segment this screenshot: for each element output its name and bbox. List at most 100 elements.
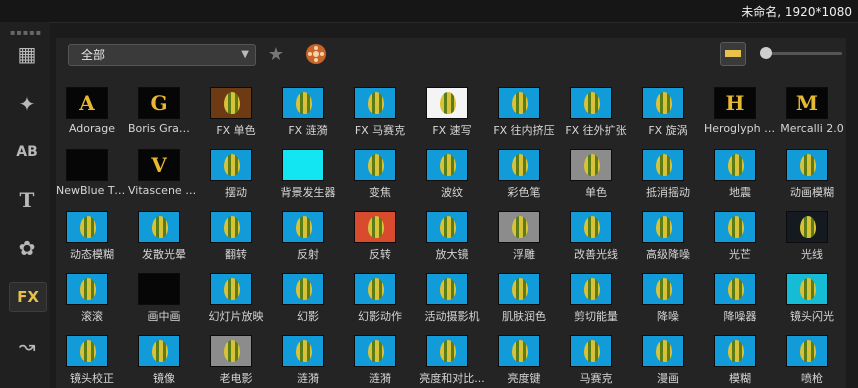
effect-item[interactable]: G Boris Graffiti ... — [128, 74, 200, 136]
effect-item[interactable]: 幻影动作 — [344, 260, 416, 323]
effect-item[interactable]: 老电影 — [200, 322, 272, 385]
effect-item[interactable]: 漫画 — [632, 322, 704, 385]
effect-label: 模糊 — [729, 372, 751, 385]
effect-item[interactable]: 涟漪 — [272, 322, 344, 385]
effect-item[interactable]: 背景发生器 — [272, 136, 344, 199]
graphics-icon[interactable]: ✿ — [9, 234, 45, 262]
effect-item[interactable]: FX 马赛克 — [344, 74, 416, 137]
effect-item[interactable]: FX 单色 — [200, 74, 272, 137]
effect-thumbnail — [282, 335, 324, 367]
effect-item[interactable]: 光线 — [776, 198, 846, 261]
category-dropdown[interactable]: 全部 ▼ — [68, 44, 256, 66]
effect-item[interactable]: 幻影 — [272, 260, 344, 323]
effect-label: 涟漪 — [297, 372, 319, 385]
effect-thumbnail — [66, 273, 108, 305]
balloon-preview-icon — [512, 92, 528, 114]
effect-item[interactable]: 画中画 — [128, 260, 200, 323]
fx-icon[interactable]: FX — [9, 282, 47, 312]
effect-item[interactable]: H Heroglyph Ti... — [704, 74, 776, 136]
project-info: 未命名, 1920*1080 — [741, 5, 852, 19]
effect-item[interactable]: FX 旋涡 — [632, 74, 704, 137]
balloon-preview-icon — [584, 278, 600, 300]
effect-item[interactable]: FX 涟漪 — [272, 74, 344, 137]
effect-item[interactable]: 放大镜 — [416, 198, 488, 261]
effect-thumbnail — [570, 87, 612, 119]
effect-item[interactable]: 光芒 — [704, 198, 776, 261]
balloon-preview-icon — [512, 216, 528, 238]
effect-item[interactable]: 变焦 — [344, 136, 416, 199]
effect-item[interactable]: 镜头闪光 — [776, 260, 846, 323]
effect-thumbnail — [354, 211, 396, 243]
path-icon[interactable]: ↝ — [9, 332, 45, 360]
effect-thumbnail — [210, 335, 252, 367]
plugin-logo: G — [150, 91, 168, 115]
balloon-preview-icon — [224, 278, 240, 300]
add-to-favorites-icon[interactable]: ★ — [264, 42, 288, 66]
effect-item[interactable]: 肌肤润色 — [488, 260, 560, 323]
effect-item[interactable]: 活动摄影机 — [416, 260, 488, 323]
effect-thumbnail — [426, 211, 468, 243]
effect-item[interactable]: 摆动 — [200, 136, 272, 199]
view-mode-button[interactable] — [720, 42, 746, 66]
effect-item[interactable]: 马赛克 — [560, 322, 632, 385]
thumbnail-size-slider[interactable] — [760, 47, 842, 59]
balloon-preview-icon — [296, 216, 312, 238]
balloon-preview-icon — [440, 92, 456, 114]
media-icon[interactable]: ▦ — [9, 40, 45, 68]
effect-item[interactable]: 抵消摇动 — [632, 136, 704, 199]
effect-item[interactable]: A Adorage — [56, 74, 128, 136]
effect-item[interactable]: 镜头校正 — [56, 322, 128, 385]
effect-item[interactable]: 降噪器 — [704, 260, 776, 323]
effect-thumbnail: A — [66, 87, 108, 119]
balloon-preview-icon — [152, 340, 168, 362]
balloon-preview-icon — [296, 92, 312, 114]
effect-item[interactable]: 翻转 — [200, 198, 272, 261]
effect-item[interactable]: 发散光晕 — [128, 198, 200, 261]
effect-item[interactable]: 动态模糊 — [56, 198, 128, 261]
balloon-preview-icon — [584, 92, 600, 114]
effect-item[interactable]: 降噪 — [632, 260, 704, 323]
effect-item[interactable]: M Mercalli 2.0 — [776, 74, 846, 136]
instant-project-icon[interactable]: ✦ — [9, 90, 45, 118]
effect-item[interactable]: 剪切能量 — [560, 260, 632, 323]
effect-thumbnail — [426, 273, 468, 305]
effect-item[interactable]: 亮度和对比... — [416, 322, 488, 385]
balloon-preview-icon — [368, 278, 384, 300]
effect-item[interactable]: 亮度键 — [488, 322, 560, 385]
effect-item[interactable]: FX 往内挤压 — [488, 74, 560, 137]
slider-thumb[interactable] — [760, 47, 772, 59]
effect-reel-icon[interactable] — [304, 42, 328, 66]
effect-thumbnail — [570, 335, 612, 367]
effect-item[interactable]: 地震 — [704, 136, 776, 199]
text-t-icon[interactable]: T — [9, 186, 45, 214]
effect-item[interactable]: 彩色笔 — [488, 136, 560, 199]
effect-item[interactable]: 高级降噪 — [632, 198, 704, 261]
effect-item[interactable]: NewBlue Titl... — [56, 136, 128, 198]
effect-item[interactable]: 滚滚 — [56, 260, 128, 323]
effect-item[interactable]: 浮雕 — [488, 198, 560, 261]
effect-item[interactable]: 镜像 — [128, 322, 200, 385]
balloon-preview-icon — [368, 92, 384, 114]
effect-item[interactable]: 波纹 — [416, 136, 488, 199]
effect-item[interactable]: 反射 — [272, 198, 344, 261]
effect-label: 亮度键 — [507, 372, 541, 385]
balloon-preview-icon — [728, 340, 744, 362]
effect-thumbnail — [426, 335, 468, 367]
effect-item[interactable]: 动画模糊 — [776, 136, 846, 199]
effect-thumbnail — [282, 211, 324, 243]
effect-item[interactable]: 反转 — [344, 198, 416, 261]
effect-item[interactable]: 单色 — [560, 136, 632, 199]
balloon-preview-icon — [584, 340, 600, 362]
effect-item[interactable]: V Vitascene 2.0 — [128, 136, 200, 198]
balloon-preview-icon — [440, 154, 456, 176]
effect-item[interactable]: 涟漪 — [344, 322, 416, 385]
effect-item[interactable]: FX 往外扩张 — [560, 74, 632, 137]
effect-item[interactable]: FX 速写 — [416, 74, 488, 137]
effect-item[interactable]: 改善光线 — [560, 198, 632, 261]
drag-handle[interactable]: ▪▪▪▪▪ — [10, 28, 42, 37]
title-ab-icon[interactable]: AB — [9, 138, 45, 166]
effect-item[interactable]: 喷枪 — [776, 322, 846, 385]
effect-item[interactable]: 模糊 — [704, 322, 776, 385]
balloon-preview-icon — [80, 340, 96, 362]
effect-item[interactable]: 幻灯片放映 — [200, 260, 272, 323]
